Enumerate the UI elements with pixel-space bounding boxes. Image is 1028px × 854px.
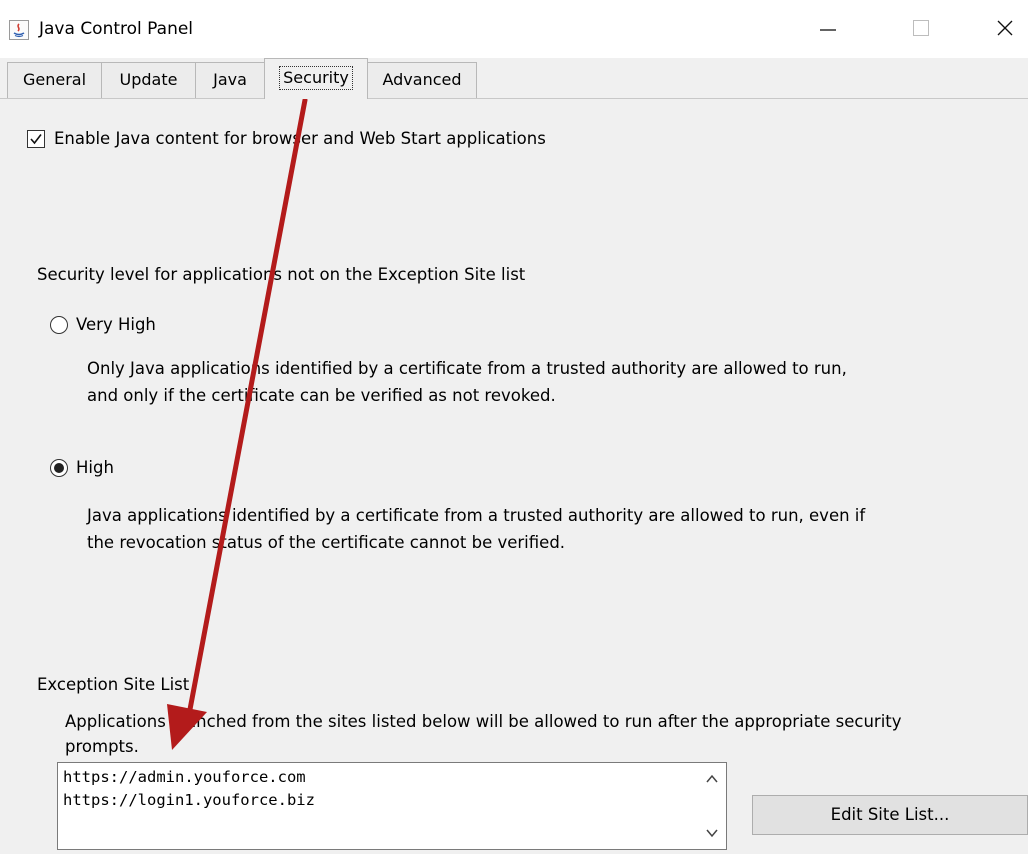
list-item[interactable]: https://admin.youforce.com (63, 766, 306, 788)
exception-site-description: Applications launched from the sites lis… (65, 712, 902, 731)
tab-label: Security (279, 66, 353, 90)
maximize-icon[interactable] (898, 8, 944, 48)
high-description: Java applications identified by a certif… (87, 506, 866, 525)
list-item[interactable]: https://login1.youforce.biz (63, 789, 315, 811)
security-level-heading: Security level for applications not on t… (37, 265, 526, 284)
high-description: the revocation status of the certificate… (87, 533, 566, 552)
tab-label: Update (119, 70, 178, 89)
exception-site-list[interactable]: https://admin.youforce.com https://login… (57, 762, 727, 850)
window-title: Java Control Panel (39, 19, 194, 39)
tab-label: Advanced (382, 70, 462, 89)
tab-security[interactable]: Security (264, 58, 368, 99)
high-label[interactable]: High (76, 455, 114, 480)
tab-java[interactable]: Java (195, 62, 265, 98)
exception-site-heading: Exception Site List (37, 675, 190, 694)
title-bar: Java Control Panel (0, 0, 1028, 58)
tab-update[interactable]: Update (101, 62, 196, 98)
enable-java-label[interactable]: Enable Java content for browser and Web … (54, 126, 546, 151)
very-high-description: Only Java applications identified by a c… (87, 359, 847, 378)
tab-label: Java (213, 70, 247, 89)
tab-bar-divider (0, 98, 1028, 99)
scrollbar[interactable] (698, 763, 726, 849)
tab-general[interactable]: General (7, 62, 102, 98)
exception-site-description: prompts. (65, 737, 139, 756)
enable-java-checkbox[interactable] (27, 130, 45, 148)
scroll-down-icon[interactable] (705, 825, 719, 844)
scroll-up-icon[interactable] (705, 771, 719, 790)
high-radio[interactable] (50, 459, 68, 477)
very-high-description: and only if the certificate can be verif… (87, 386, 556, 405)
java-icon (9, 20, 29, 40)
edit-site-list-button[interactable]: Edit Site List... (752, 795, 1028, 835)
very-high-label[interactable]: Very High (76, 312, 156, 337)
tab-label: General (22, 70, 87, 89)
radio-selected-dot (54, 463, 64, 473)
close-icon[interactable] (982, 8, 1028, 48)
tab-advanced[interactable]: Advanced (367, 62, 477, 98)
very-high-radio[interactable] (50, 316, 68, 334)
minimize-icon[interactable] (805, 8, 851, 48)
